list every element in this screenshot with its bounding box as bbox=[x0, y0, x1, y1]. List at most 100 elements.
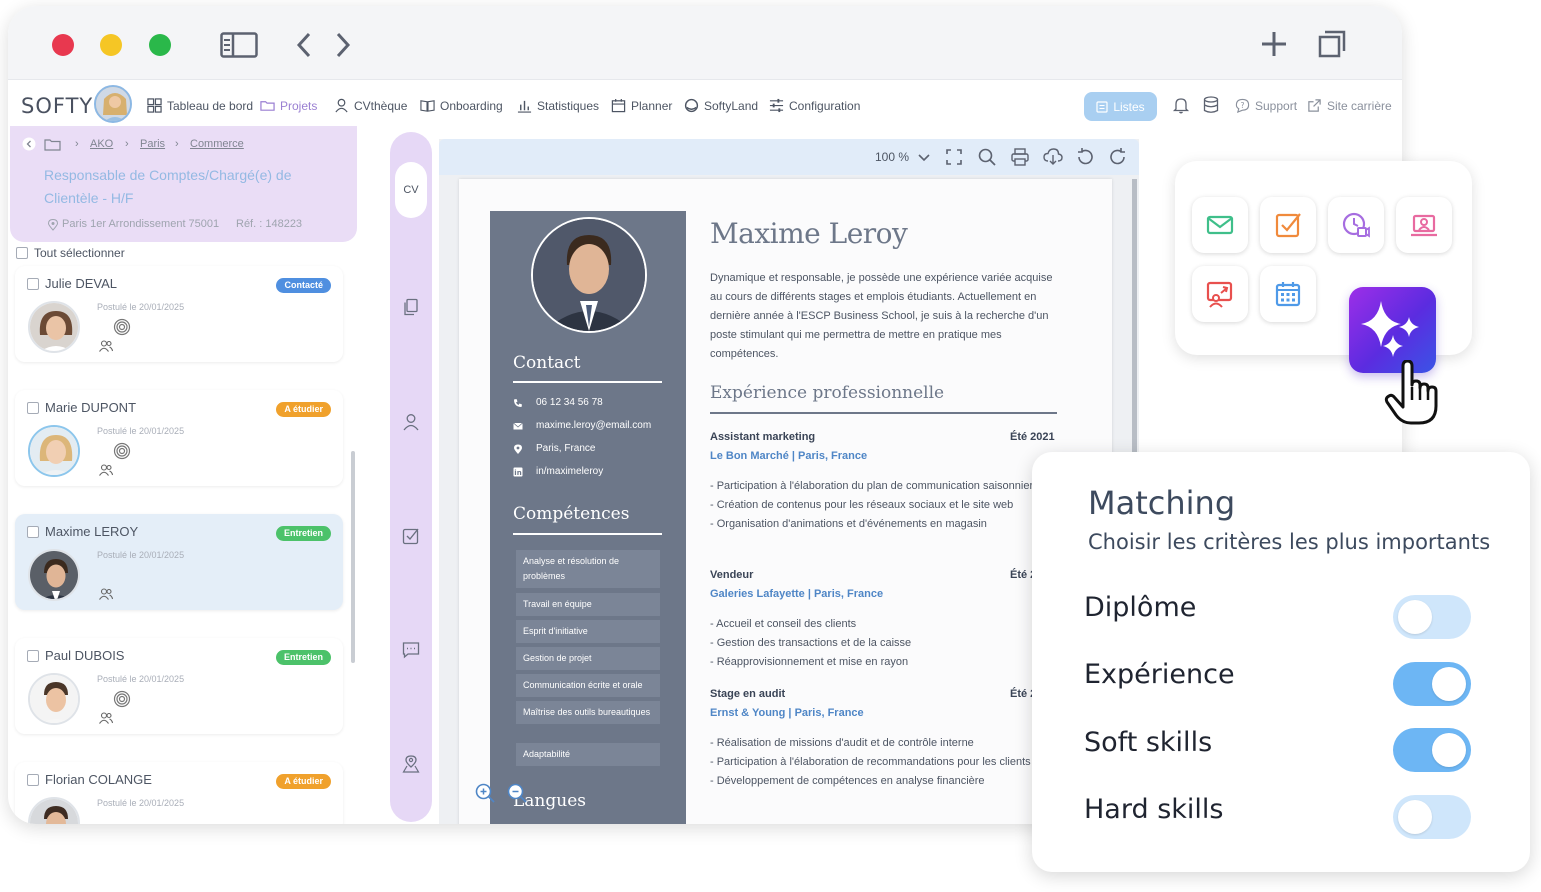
checkbox[interactable] bbox=[27, 525, 39, 538]
share-candidate-button[interactable] bbox=[1192, 266, 1248, 322]
print-icon[interactable] bbox=[1010, 147, 1030, 167]
checkbox[interactable] bbox=[27, 401, 39, 414]
nav-label: Projets bbox=[280, 98, 318, 113]
criterion-label: Soft skills bbox=[1084, 727, 1213, 758]
job-reference: Réf. : 148223 bbox=[236, 218, 303, 230]
calendar-button[interactable] bbox=[1260, 266, 1316, 322]
breadcrumb-item[interactable]: Paris bbox=[140, 138, 165, 150]
create-task-button[interactable] bbox=[1260, 197, 1316, 253]
refresh-icon[interactable] bbox=[1108, 147, 1128, 167]
cv-job-title: Assistant marketing bbox=[710, 431, 816, 443]
close-window-button[interactable] bbox=[52, 34, 74, 56]
toggle-diplome[interactable] bbox=[1393, 595, 1471, 639]
chart-icon bbox=[517, 100, 532, 113]
checkbox[interactable] bbox=[16, 247, 28, 259]
nav-configuration[interactable]: Configuration bbox=[769, 98, 860, 113]
cv-job-bullets: - Participation à l'élaboration du plan … bbox=[710, 480, 1034, 530]
candidate-photo bbox=[28, 673, 80, 725]
candidate-card[interactable]: Julie DEVAL Contacté Postulé le 20/01/20… bbox=[15, 266, 343, 362]
candidate-card[interactable]: Marie DUPONT A étudier Postulé le 20/01/… bbox=[15, 390, 343, 486]
nav-label: Statistiques bbox=[537, 98, 600, 113]
map-pin-icon[interactable] bbox=[402, 755, 420, 773]
nav-softyland[interactable]: SoftyLand bbox=[684, 98, 758, 113]
nav-projets[interactable]: Projets bbox=[256, 90, 318, 120]
database-icon[interactable] bbox=[1203, 96, 1219, 114]
criterion-label: Expérience bbox=[1084, 659, 1235, 690]
zoom-level[interactable]: 100 % bbox=[875, 150, 909, 164]
skill-tag: Adaptabilité bbox=[516, 743, 660, 766]
title-bar bbox=[8, 6, 1402, 80]
cv-job-date: Été 2021 bbox=[1010, 431, 1055, 443]
search-icon[interactable] bbox=[977, 147, 997, 167]
nav-statistiques[interactable]: Statistiques bbox=[517, 98, 599, 113]
viewer-scrollbar[interactable] bbox=[1132, 179, 1137, 469]
listes-button[interactable]: Listes bbox=[1084, 92, 1157, 121]
checklist-icon[interactable] bbox=[402, 527, 420, 545]
candidate-card-selected[interactable]: Maxime LEROY Entretien Postulé le 20/01/… bbox=[15, 514, 343, 610]
maximize-window-button[interactable] bbox=[149, 34, 171, 56]
candidate-photo bbox=[28, 301, 80, 353]
candidate-card[interactable]: Paul DUBOIS Entretien Postulé le 20/01/2… bbox=[15, 638, 343, 734]
skill-tag: Communication écrite et orale bbox=[516, 674, 660, 697]
divider bbox=[710, 412, 1057, 414]
nav-planner[interactable]: Planner bbox=[611, 98, 672, 113]
checkbox[interactable] bbox=[27, 277, 39, 290]
cv-name: Maxime Leroy bbox=[710, 217, 908, 250]
forward-arrow-icon[interactable] bbox=[335, 32, 351, 58]
application-date: Postulé le 20/01/2025 bbox=[97, 674, 185, 684]
help-chat-icon: ? bbox=[1235, 98, 1250, 113]
bell-icon[interactable] bbox=[1172, 96, 1190, 114]
remote-interview-button[interactable] bbox=[1396, 197, 1452, 253]
back-arrow-icon[interactable] bbox=[296, 32, 312, 58]
candidate-name: Julie DEVAL bbox=[27, 276, 117, 291]
comments-icon[interactable] bbox=[402, 641, 420, 659]
profile-icon[interactable] bbox=[402, 413, 420, 431]
nav-label: Planner bbox=[631, 98, 673, 113]
minimize-window-button[interactable] bbox=[100, 34, 122, 56]
back-chevron-icon[interactable] bbox=[22, 137, 36, 151]
divider bbox=[513, 533, 662, 535]
skill-tag: Gestion de projet bbox=[516, 647, 660, 670]
zoom-out-icon[interactable] bbox=[506, 782, 528, 804]
zoom-in-icon[interactable] bbox=[474, 782, 496, 804]
toggle-hard-skills[interactable] bbox=[1393, 795, 1471, 839]
criterion-label: Diplôme bbox=[1084, 592, 1197, 623]
job-header-card: › AKO › Paris › Commerce Responsable de … bbox=[10, 126, 357, 242]
nav-onboarding[interactable]: Onboarding bbox=[420, 98, 503, 113]
breadcrumb-item[interactable]: Commerce bbox=[190, 138, 244, 150]
fullscreen-icon[interactable] bbox=[944, 147, 964, 167]
candidate-list-scrollbar[interactable] bbox=[351, 451, 355, 663]
select-all-checkbox[interactable]: Tout sélectionner bbox=[16, 246, 125, 260]
cloud-download-icon[interactable] bbox=[1043, 147, 1063, 167]
user-avatar[interactable] bbox=[94, 85, 132, 123]
nav-tableau-de-bord[interactable]: Tableau de bord bbox=[147, 98, 253, 113]
cv-job-company: Ernst & Young | Paris, France bbox=[710, 707, 864, 719]
tabs-overview-icon[interactable] bbox=[1318, 30, 1346, 58]
toggle-experience[interactable] bbox=[1393, 662, 1471, 706]
group-icon bbox=[99, 712, 113, 724]
breadcrumb-separator: › bbox=[175, 138, 179, 150]
send-email-button[interactable] bbox=[1192, 197, 1248, 253]
chevron-down-icon[interactable] bbox=[914, 147, 934, 167]
cv-experience-heading: Expérience professionnelle bbox=[710, 383, 945, 403]
checkbox[interactable] bbox=[27, 773, 39, 786]
documents-icon[interactable] bbox=[402, 298, 420, 316]
support-link[interactable]: ? Support bbox=[1235, 98, 1297, 113]
rotate-left-icon[interactable] bbox=[1075, 147, 1095, 167]
toggle-soft-skills[interactable] bbox=[1393, 728, 1471, 772]
cv-skills-heading: Compétences bbox=[513, 504, 630, 524]
candidate-card[interactable]: Florian COLANGE A étudier Postulé le 20/… bbox=[15, 762, 343, 824]
nav-label: Tableau de bord bbox=[167, 98, 254, 113]
tab-cv[interactable]: CV bbox=[395, 162, 427, 218]
candidate-photo bbox=[28, 425, 80, 477]
checkbox[interactable] bbox=[27, 649, 39, 662]
breadcrumb-separator: › bbox=[75, 138, 79, 150]
sliders-icon bbox=[769, 98, 784, 113]
schedule-video-button[interactable] bbox=[1328, 197, 1384, 253]
sidebar-toggle-icon[interactable] bbox=[220, 32, 258, 58]
career-site-link[interactable]: Site carrière bbox=[1307, 98, 1392, 113]
nav-cvtheque[interactable]: CVthèque bbox=[334, 98, 407, 113]
breadcrumb-item[interactable]: AKO bbox=[90, 138, 113, 150]
group-icon bbox=[99, 340, 113, 352]
new-tab-icon[interactable] bbox=[1260, 30, 1288, 58]
